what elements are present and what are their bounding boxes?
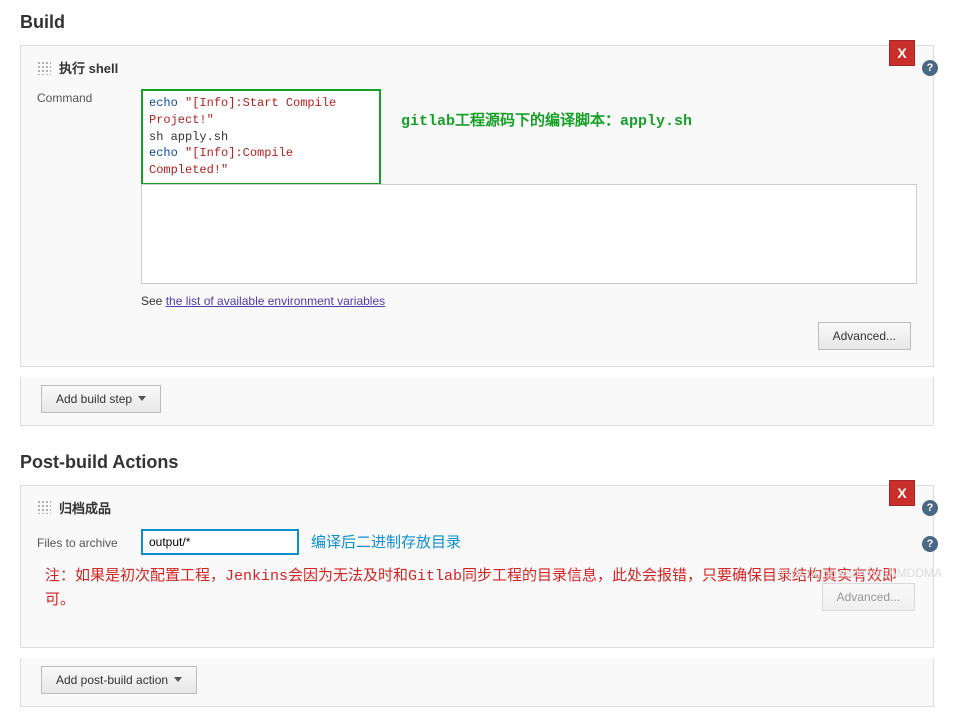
env-vars-link[interactable]: the list of available environment variab… [166, 294, 385, 308]
files-label: Files to archive [37, 534, 133, 550]
code-line: sh apply.sh [149, 129, 373, 146]
command-row: Command echo "[Info]:Start Compile Proje… [37, 89, 917, 284]
build-section: Build X ? 执行 shell Command echo "[Info]:… [0, 0, 954, 367]
chevron-down-icon [138, 396, 146, 401]
chevron-down-icon [174, 677, 182, 682]
command-textarea-expand[interactable] [141, 184, 917, 284]
add-post-build-row: Add post-build action [20, 658, 934, 707]
drag-handle-icon[interactable] [37, 500, 51, 514]
archive-panel-title: 归档成品 [59, 498, 111, 517]
shell-panel-title: 执行 shell [59, 58, 118, 77]
advanced-button[interactable]: Advanced... [818, 322, 911, 350]
add-build-step-row: Add build step [20, 377, 934, 426]
build-title: Build [20, 12, 934, 33]
help-icon[interactable]: ? [922, 500, 938, 516]
panel-header: 执行 shell [37, 58, 917, 77]
post-build-title: Post-build Actions [20, 452, 934, 473]
annotation-apply-sh: gitlab工程源码下的编译脚本：apply.sh [401, 109, 692, 130]
watermark: https://blog.csdn.net/AMDDMA [778, 566, 942, 580]
shell-panel: X ? 执行 shell Command echo "[Info]:Start … [20, 45, 934, 367]
code-line: echo [149, 96, 185, 110]
files-row: Files to archive 编译后二进制存放目录 [37, 529, 917, 555]
see-prefix: See [141, 294, 166, 308]
post-build-section: Post-build Actions X ? ? 归档成品 Files to a… [0, 440, 954, 648]
annotation-output-dir: 编译后二进制存放目录 [311, 531, 461, 552]
files-input-wrap: 编译后二进制存放目录 [141, 529, 917, 555]
code-line: echo [149, 146, 185, 160]
add-build-step-button[interactable]: Add build step [41, 385, 161, 413]
command-textarea[interactable]: echo "[Info]:Start Compile Project!" sh … [141, 89, 381, 185]
help-icon[interactable]: ? [922, 60, 938, 76]
see-text: See the list of available environment va… [141, 294, 917, 308]
help-icon[interactable]: ? [922, 536, 938, 552]
advanced-button[interactable]: Advanced... [822, 583, 915, 611]
files-to-archive-input[interactable] [141, 529, 299, 555]
drag-handle-icon[interactable] [37, 61, 51, 75]
command-label: Command [37, 89, 133, 105]
add-build-step-label: Add build step [56, 392, 132, 406]
add-post-build-label: Add post-build action [56, 673, 168, 687]
panel-header: 归档成品 [37, 498, 917, 517]
command-field: echo "[Info]:Start Compile Project!" sh … [141, 89, 917, 284]
add-post-build-action-button[interactable]: Add post-build action [41, 666, 197, 694]
